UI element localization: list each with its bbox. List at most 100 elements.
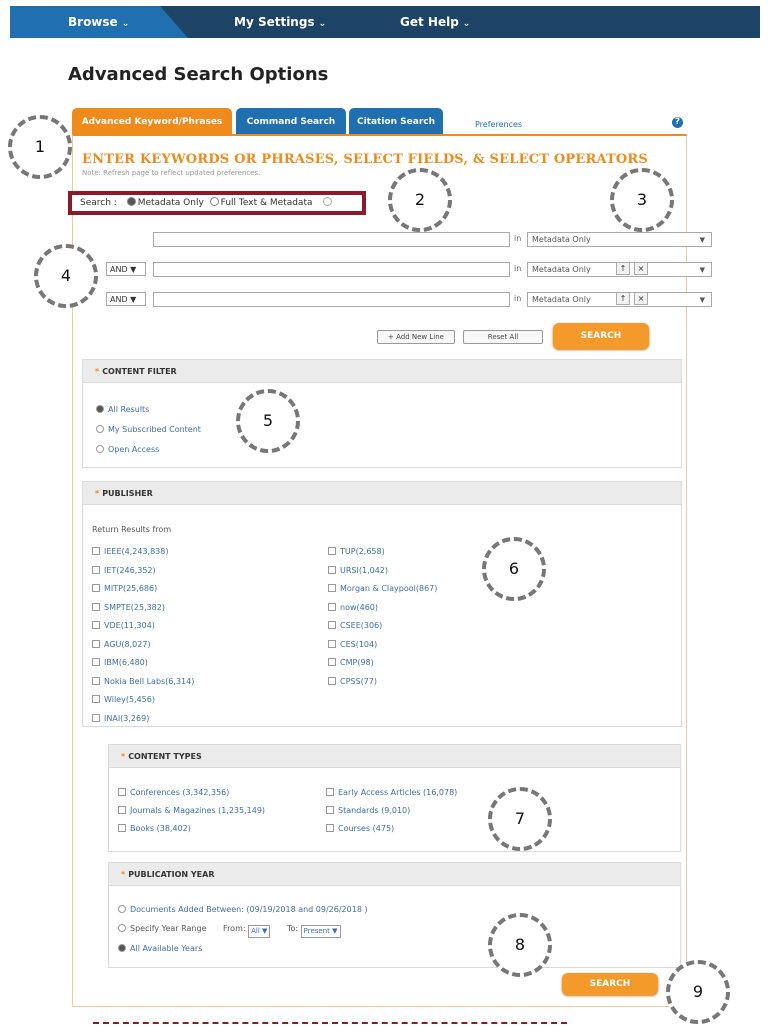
query-row-3: AND ▼ in Metadata Only ▼ ↑ × [106,292,712,308]
checkbox-option[interactable]: VDE(11,304) [92,621,155,630]
chevron-down-icon: ⌄ [318,19,327,29]
publication-year-header[interactable]: * PUBLICATION YEAR [108,862,681,886]
checkbox-option[interactable]: URSI(1,042) [328,565,388,575]
content-types-header[interactable]: * CONTENT TYPES [108,744,681,768]
radio-icon [96,405,104,413]
move-up-icon[interactable]: ↑ [616,292,630,305]
checkbox-icon [92,658,100,666]
radio-icon [118,944,126,952]
nav-browse[interactable]: Browse ⌄ [68,15,129,29]
query-input-2[interactable] [153,262,510,277]
checkbox-label: CSEE(306) [340,621,383,630]
full-text-radio[interactable] [209,197,219,206]
checkbox-option[interactable]: TUP(2,658) [328,547,385,556]
tab-advanced-keyword[interactable]: Advanced Keyword/Phrases [72,108,232,134]
checkbox-option[interactable]: Journals & Magazines (1,235,149) [118,806,265,815]
checkbox-icon [92,695,100,703]
from-year-select[interactable]: All ▼ [248,925,271,938]
add-new-line-button[interactable]: + Add New Line [377,330,455,344]
help-icon[interactable]: ? [672,117,683,128]
in-label: in [514,264,522,273]
checkbox-icon [118,806,126,814]
checkbox-label: CMP(98) [340,658,374,667]
checkbox-label: now(460) [340,602,379,612]
specify-year-range-option[interactable]: Specify Year Range From: All ▼ To: Prese… [118,924,341,938]
preferences-link[interactable]: Preferences [475,120,522,129]
checkbox-option[interactable]: Standards (9,010) [326,806,410,815]
checkbox-label: CPSS(77) [340,676,377,686]
checkbox-icon [328,547,336,555]
checkbox-icon [326,824,334,832]
metadata-only-radio[interactable] [126,197,136,206]
remove-row-icon[interactable]: × [634,262,648,275]
checkbox-label: Conferences (3,342,356) [130,788,230,797]
info-icon[interactable] [323,197,333,206]
checkbox-option[interactable]: now(460) [328,602,379,612]
checkbox-icon [92,584,100,592]
checkbox-option[interactable]: CMP(98) [328,658,374,667]
expand-icon: * [121,752,126,761]
filter-all-results[interactable]: All Results [96,405,149,414]
checkbox-option[interactable]: Books (38,402) [118,824,191,833]
checkbox-option[interactable]: IBM(6,480) [92,658,148,667]
documents-added-option[interactable]: Documents Added Between: (09/19/2018 and… [118,905,368,914]
callout-7: 7 [488,787,552,851]
checkbox-label: VDE(11,304) [104,621,155,630]
to-year-select[interactable]: Present ▼ [300,925,341,938]
query-row-2: AND ▼ in Metadata Only ▼ ↑ × [106,262,712,278]
checkbox-option[interactable]: CPSS(77) [328,676,377,686]
operator-select-3[interactable]: AND ▼ [106,292,146,306]
checkbox-label: Nokia Bell Labs(6,314) [104,676,195,686]
operator-select-2[interactable]: AND ▼ [106,262,146,276]
all-years-option[interactable]: All Available Years [118,944,202,953]
publisher-body [82,505,682,727]
checkbox-option[interactable]: Wiley(5,456) [92,695,155,704]
search-scope-label: Search : [80,198,117,208]
publisher-header[interactable]: * PUBLISHER [82,481,682,505]
search-button-top[interactable]: SEARCH [553,323,649,349]
checkbox-icon [328,565,336,574]
move-up-icon[interactable]: ↑ [616,262,630,275]
content-filter-header[interactable]: * CONTENT FILTER [82,359,682,383]
callout-8: 8 [488,913,552,977]
checkbox-option[interactable]: AGU(8,027) [92,639,151,649]
from-label: From: [223,924,246,933]
reset-all-button[interactable]: Reset All [463,330,543,344]
checkbox-option[interactable]: MITP(25,686) [92,584,157,593]
checkbox-label: Morgan & Claypool(867) [340,584,438,593]
query-input-3[interactable] [153,292,510,307]
tab-citation-search[interactable]: Citation Search [349,108,443,134]
field-select-1[interactable]: Metadata Only ▼ [527,232,712,247]
filter-open-access[interactable]: Open Access [96,445,159,454]
checkbox-option[interactable]: Conferences (3,342,356) [118,788,229,797]
checkbox-option[interactable]: INAI(3,269) [92,713,150,723]
publisher-intro: Return Results from [92,525,172,534]
filter-subscribed[interactable]: My Subscribed Content [96,425,201,434]
checkbox-option[interactable]: Courses (475) [326,824,394,833]
checkbox-label: INAI(3,269) [104,713,150,723]
checkbox-label: Standards (9,010) [338,806,411,815]
checkbox-icon [92,676,100,685]
callout-5: 5 [236,389,300,453]
checkbox-option[interactable]: CES(104) [328,639,377,649]
callout-1: 1 [8,115,72,179]
checkbox-label: Early Access Articles (16,078) [338,788,458,797]
checkbox-option[interactable]: Nokia Bell Labs(6,314) [92,676,195,686]
search-button-bottom[interactable]: SEARCH [562,973,658,995]
query-input-1[interactable] [153,232,510,247]
nav-get-help[interactable]: Get Help ⌄ [400,15,470,29]
page-divider [93,1022,567,1024]
checkbox-option[interactable]: Early Access Articles (16,078) [326,788,457,797]
tab-command-search[interactable]: Command Search [236,108,346,134]
checkbox-label: IEEE(4,243,838) [104,547,169,556]
checkbox-option[interactable]: IEEE(4,243,838) [92,547,168,556]
checkbox-option[interactable]: CSEE(306) [328,621,382,630]
remove-row-icon[interactable]: × [634,292,648,305]
checkbox-option[interactable]: SMPTE(25,382) [92,602,165,612]
nav-my-settings[interactable]: My Settings ⌄ [234,15,326,29]
checkbox-label: URSI(1,042) [340,565,388,575]
checkbox-icon [326,806,334,814]
checkbox-option[interactable]: IET(246,352) [92,565,156,575]
checkbox-icon [328,584,336,592]
checkbox-option[interactable]: Morgan & Claypool(867) [328,584,437,593]
